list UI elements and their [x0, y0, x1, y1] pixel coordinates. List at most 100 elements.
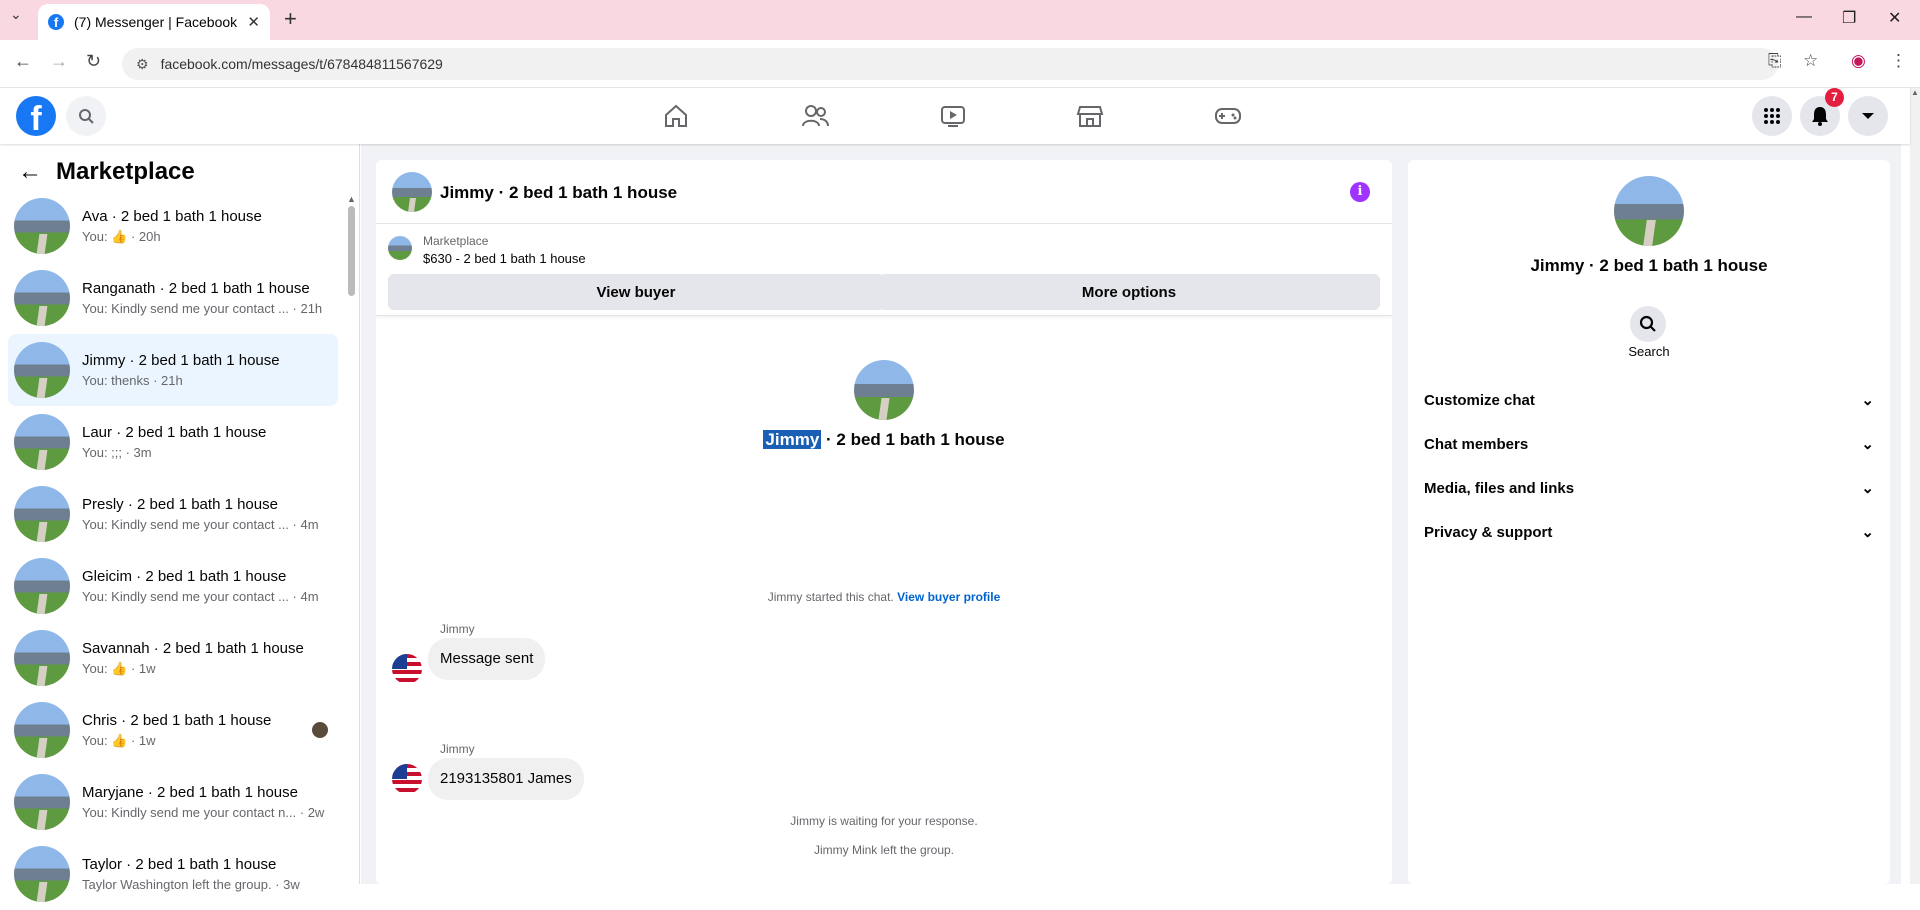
chat-header: Jimmy · 2 bed 1 bath 1 house i [376, 160, 1392, 224]
restore-icon[interactable]: ❐ [1842, 8, 1856, 28]
section-label: Chat members [1424, 435, 1529, 453]
bookmark-star-icon[interactable]: ☆ [1803, 51, 1818, 71]
section-label: Privacy & support [1424, 523, 1553, 541]
reload-icon[interactable]: ↻ [86, 51, 101, 72]
house-avatar [14, 774, 70, 830]
house-avatar [14, 342, 70, 398]
forward-arrow-icon[interactable]: → [50, 51, 68, 72]
chevron-down-icon: ⌄ [1861, 480, 1874, 497]
conversation-item[interactable]: Chris · 2 bed 1 bath 1 house You: 👍 · 1w [8, 694, 338, 766]
scroll-up-arrow-icon[interactable]: ▲ [347, 194, 356, 204]
sender-avatar[interactable] [392, 764, 422, 794]
address-bar[interactable]: ⚙ facebook.com/messages/t/67848481156762… [122, 48, 1778, 80]
scroll-up-arrow-icon[interactable]: ▲ [1911, 88, 1919, 97]
house-avatar [14, 270, 70, 326]
gaming-icon[interactable] [1210, 100, 1246, 132]
facebook-logo-icon[interactable]: f [16, 96, 56, 136]
chat-intro-name: Jimmy · 2 bed 1 bath 1 house [376, 430, 1392, 450]
listing-price[interactable]: $630 - 2 bed 1 bath 1 house [423, 251, 586, 266]
back-arrow-icon[interactable]: ← [14, 51, 32, 72]
sidebar-scrollbar[interactable] [348, 206, 355, 296]
media-files-section[interactable]: Media, files and links ⌄ [1424, 470, 1874, 506]
marketplace-icon[interactable] [1072, 100, 1108, 132]
conversation-item[interactable]: Presly · 2 bed 1 bath 1 house You: Kindly… [8, 478, 338, 550]
listing-label: Marketplace [423, 234, 489, 248]
waiting-notice: Jimmy is waiting for your response. [790, 814, 978, 828]
message-bubble[interactable]: 2193135801 James [428, 758, 584, 800]
profile-icon[interactable]: ◉ [1851, 51, 1866, 71]
account-dropdown-icon[interactable] [1848, 96, 1888, 136]
view-buyer-button[interactable]: View buyer [388, 274, 884, 310]
conversation-name: Taylor · 2 bed 1 bath 1 house [82, 856, 277, 873]
facebook-header: f 7 [0, 88, 1910, 144]
browser-tab-bar: ⌄ f (7) Messenger | Facebook ✕ + — ❐ ✕ [0, 0, 1920, 40]
selected-name-text: Jimmy [763, 430, 822, 449]
window-close-icon[interactable]: ✕ [1888, 8, 1901, 28]
site-info-icon[interactable]: ⚙ [136, 56, 149, 73]
url-text: facebook.com/messages/t/678484811567629 [160, 56, 443, 72]
new-tab-icon[interactable]: + [284, 6, 297, 32]
back-arrow-icon[interactable]: ← [18, 158, 42, 186]
house-avatar [14, 702, 70, 758]
browser-tab[interactable]: f (7) Messenger | Facebook ✕ [38, 4, 270, 40]
details-avatar[interactable] [1614, 176, 1684, 246]
info-icon[interactable]: i [1350, 182, 1370, 202]
more-options-button[interactable]: More options [878, 274, 1380, 310]
tab-search-chevron-icon[interactable]: ⌄ [10, 6, 22, 23]
house-avatar [14, 846, 70, 902]
sender-avatar[interactable] [392, 654, 422, 684]
home-icon[interactable] [658, 100, 694, 132]
chat-members-section[interactable]: Chat members ⌄ [1424, 426, 1874, 462]
conversation-item[interactable]: Maryjane · 2 bed 1 bath 1 house You: Kind… [8, 766, 338, 838]
conversation-name: Ranganath · 2 bed 1 bath 1 house [82, 280, 310, 297]
conversation-item[interactable]: Ava · 2 bed 1 bath 1 house You: 👍 · 20h [8, 190, 338, 262]
browser-menu-icon[interactable]: ⋮ [1890, 51, 1907, 71]
conversation-preview: You: Kindly send me your contact ... · 4… [82, 589, 319, 604]
chat-header-avatar[interactable] [392, 172, 432, 212]
customize-chat-section[interactable]: Customize chat ⌄ [1424, 382, 1874, 418]
conversation-item[interactable]: Gleicim · 2 bed 1 bath 1 house You: Kindl… [8, 550, 338, 622]
chevron-down-icon: ⌄ [1861, 392, 1874, 409]
conversation-name: Jimmy · 2 bed 1 bath 1 house [82, 352, 280, 369]
conversation-item-active[interactable]: Jimmy · 2 bed 1 bath 1 house You: thenks … [8, 334, 338, 406]
conversation-name: Presly · 2 bed 1 bath 1 house [82, 496, 278, 513]
conversation-name: Ava · 2 bed 1 bath 1 house [82, 207, 262, 225]
video-icon[interactable] [935, 100, 971, 132]
details-name: Jimmy · 2 bed 1 bath 1 house [1530, 256, 1768, 275]
conversation-item[interactable]: Laur · 2 bed 1 bath 1 house You: ;;; · 3m [8, 406, 338, 478]
page-scrollbar[interactable] [1910, 88, 1920, 884]
chat-title[interactable]: Jimmy · 2 bed 1 bath 1 house [440, 183, 677, 203]
chat-intro-name-rest: · 2 bed 1 bath 1 house [821, 430, 1005, 449]
conversation-item[interactable]: Taylor · 2 bed 1 bath 1 house Taylor Wash… [8, 838, 338, 910]
facebook-search-icon[interactable] [66, 96, 106, 136]
chat-started-text: Jimmy started this chat. [767, 590, 894, 604]
notification-count-badge: 7 [1825, 88, 1844, 107]
conversation-item[interactable]: Savannah · 2 bed 1 bath 1 house You: 👍 · … [8, 622, 338, 694]
tab-close-icon[interactable]: ✕ [247, 13, 260, 31]
chevron-down-icon: ⌄ [1861, 436, 1874, 453]
conversation-name: Savannah · 2 bed 1 bath 1 house [82, 639, 304, 657]
conversation-name: Laur · 2 bed 1 bath 1 house [82, 424, 267, 441]
view-buyer-profile-link[interactable]: View buyer profile [897, 590, 1000, 604]
facebook-favicon-icon: f [48, 14, 64, 30]
privacy-support-section[interactable]: Privacy & support ⌄ [1424, 514, 1874, 550]
left-group-notice: Jimmy Mink left the group. [813, 843, 955, 857]
menu-grid-icon[interactable] [1752, 96, 1792, 136]
message-bubble[interactable]: Message sent [428, 638, 546, 680]
chat-panel: Jimmy · 2 bed 1 bath 1 house i Marketpla… [376, 160, 1392, 884]
conversation-item[interactable]: Ranganath · 2 bed 1 bath 1 house You: Kin… [8, 262, 338, 334]
listing-thumbnail[interactable] [388, 236, 412, 260]
seen-avatar [312, 722, 328, 738]
friends-icon[interactable] [797, 100, 833, 132]
message-sender: Jimmy [440, 742, 475, 756]
minimize-icon[interactable]: — [1796, 8, 1812, 26]
section-label: Customize chat [1424, 391, 1535, 409]
conversation-name: Gleicim · 2 bed 1 bath 1 house [82, 568, 287, 585]
conversation-preview: You: thenks · 21h [82, 373, 183, 388]
search-icon[interactable] [1630, 306, 1666, 342]
conversation-preview: You: Kindly send me your contact n... · … [82, 805, 325, 820]
tab-title: (7) Messenger | Facebook [74, 14, 238, 30]
sidebar-title: Marketplace [56, 158, 195, 185]
install-app-icon[interactable]: ⎘ [1768, 51, 1782, 71]
section-label: Media, files and links [1424, 479, 1575, 497]
